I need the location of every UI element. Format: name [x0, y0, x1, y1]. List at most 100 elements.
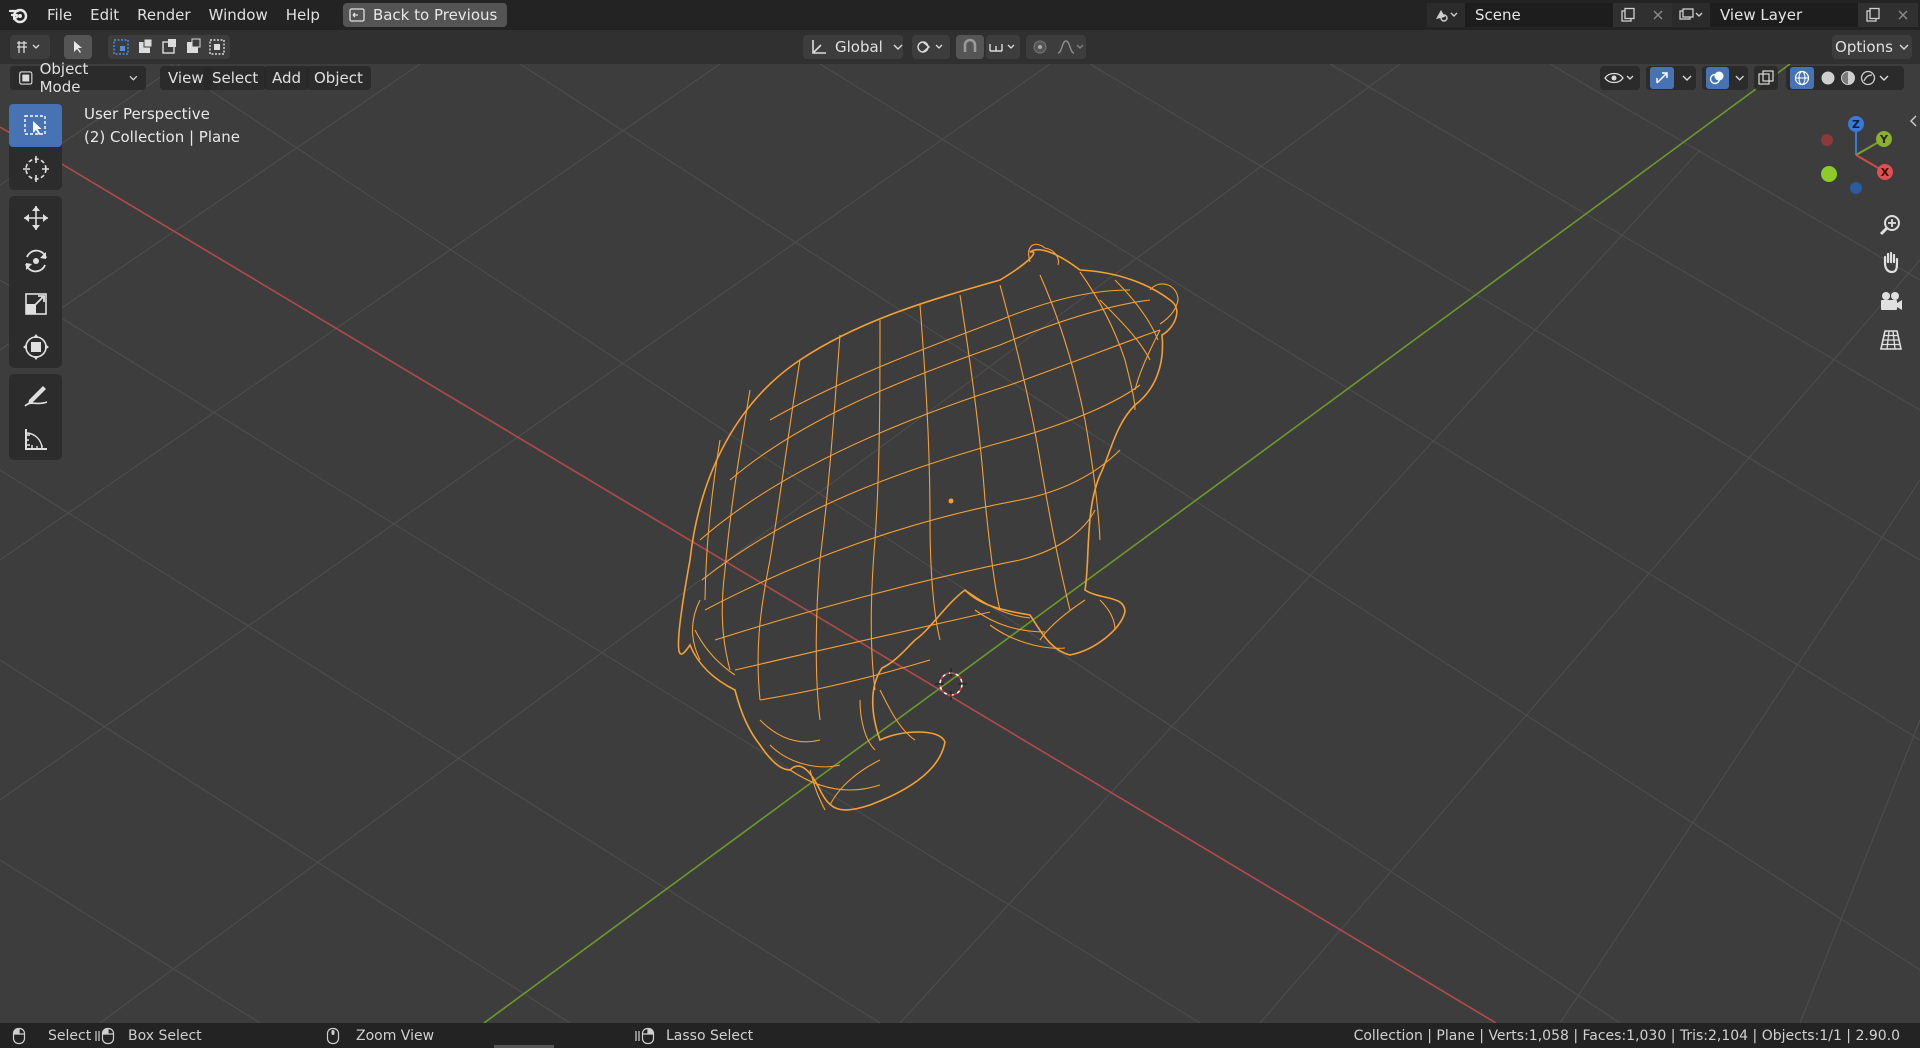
view-layer-name-field[interactable]: View Layer	[1710, 3, 1858, 27]
status-box-select-hint: Box Select	[94, 1023, 202, 1048]
new-view-layer-icon[interactable]	[1858, 3, 1888, 27]
status-bar: Select Box Select Zoom View Lasso Select…	[0, 1023, 1920, 1048]
scene-name-field[interactable]: Scene	[1465, 3, 1613, 27]
back-to-previous-button[interactable]: Back to Previous	[342, 3, 508, 27]
toolbar-select-group	[9, 104, 62, 190]
tool-settings-bar: Global Options	[0, 30, 1920, 64]
status-select-hint: Select	[12, 1023, 91, 1048]
mouse-left-icon	[12, 1027, 26, 1044]
visibility-dropdown[interactable]	[1600, 66, 1640, 90]
add-menu[interactable]: Add	[264, 66, 310, 90]
status-lasso-label: Lasso Select	[666, 1027, 754, 1044]
wireframe-shading-icon[interactable]	[1790, 67, 1814, 89]
overlays-toggle[interactable]	[1702, 66, 1748, 90]
editor-type-icon[interactable]	[10, 35, 50, 59]
object-origin	[948, 498, 954, 504]
cursor-icon	[22, 155, 49, 182]
zoom-icon[interactable]	[1876, 210, 1906, 240]
menu-file[interactable]: File	[38, 0, 81, 30]
overlays-icon	[1706, 67, 1729, 89]
view-layer-browse-icon[interactable]	[1672, 3, 1710, 27]
measure-ruler-icon	[24, 428, 47, 450]
gizmo-toggle[interactable]	[1646, 66, 1696, 90]
snap-target-dropdown[interactable]	[986, 35, 1020, 59]
orientation-axes-icon	[812, 40, 826, 54]
select-menu[interactable]: Select	[204, 66, 267, 90]
3d-viewport[interactable]	[0, 64, 1920, 1023]
blender-logo-icon[interactable]	[0, 6, 38, 24]
transform-tool[interactable]	[9, 325, 62, 368]
gizmo-z-label: Z	[1852, 118, 1860, 131]
measure-tool[interactable]	[9, 417, 62, 460]
viewport-header: Object Mode View Select Add Object	[0, 60, 1920, 96]
y-axis-line	[483, 64, 1791, 1023]
solid-shading-icon[interactable]	[1818, 70, 1838, 86]
status-lasso-hint: Lasso Select	[634, 1023, 753, 1048]
navigation-gizmo[interactable]: Z Y X	[1812, 110, 1898, 200]
delete-view-layer-icon[interactable]	[1888, 3, 1918, 27]
rotate-icon	[24, 249, 47, 272]
transform-icon	[22, 333, 49, 360]
menu-window[interactable]: Window	[200, 0, 277, 30]
mouse-drag-icon	[95, 1027, 115, 1044]
toolbar-transform-group	[9, 196, 62, 368]
status-zoom-hint: Zoom View	[326, 1023, 434, 1048]
select-box-tool[interactable]	[9, 104, 62, 147]
viewport-scene	[0, 64, 1920, 1023]
select-tool-icon[interactable]	[64, 35, 92, 59]
viewport-perspective-label: User Perspective	[84, 105, 210, 123]
scene-browse-icon[interactable]	[1427, 3, 1465, 27]
select-box-icon	[23, 114, 46, 135]
selection-mode-group	[108, 35, 230, 59]
object-mode-label: Object Mode	[39, 60, 89, 96]
options-dropdown[interactable]: Options	[1832, 35, 1912, 59]
delete-scene-icon[interactable]	[1643, 3, 1673, 27]
mouse-middle-icon	[326, 1027, 340, 1044]
bear-mesh	[677, 243, 1179, 811]
annotate-tool[interactable]	[9, 374, 62, 417]
shading-mode-group[interactable]	[1786, 66, 1904, 90]
pan-hand-icon[interactable]	[1876, 247, 1906, 277]
mouse-drag-right-icon	[635, 1027, 655, 1044]
pivot-point-dropdown[interactable]	[912, 35, 950, 59]
orthographic-grid-icon[interactable]	[1876, 325, 1906, 355]
menu-help[interactable]: Help	[277, 0, 329, 30]
scale-tool[interactable]	[9, 282, 62, 325]
new-scene-icon[interactable]	[1613, 3, 1643, 27]
proportional-editing-group[interactable]	[1026, 35, 1086, 59]
move-tool[interactable]	[9, 196, 62, 239]
options-label: Options	[1835, 38, 1893, 56]
view-layer-selector[interactable]: View Layer	[1672, 3, 1918, 27]
gizmo-icon	[1650, 67, 1674, 89]
scene-selector[interactable]: Scene	[1427, 3, 1673, 27]
camera-view-icon[interactable]	[1876, 286, 1906, 316]
chevron-down-icon	[893, 44, 903, 50]
toolbar-annotate-group	[9, 374, 62, 460]
move-icon	[23, 205, 48, 230]
floor-grid	[0, 64, 1920, 1023]
object-mode-dropdown[interactable]: Object Mode	[10, 60, 146, 96]
material-shading-icon[interactable]	[1838, 70, 1858, 86]
sidebar-toggle-icon[interactable]	[1908, 114, 1918, 128]
menu-edit[interactable]: Edit	[81, 0, 128, 30]
cursor-tool[interactable]	[9, 147, 62, 190]
status-select-label: Select	[48, 1027, 92, 1044]
scene-statistics: Collection | Plane | Verts:1,058 | Faces…	[1353, 1027, 1900, 1044]
gizmo-y-label: Y	[1879, 133, 1889, 146]
chevron-down-icon[interactable]	[1878, 74, 1890, 82]
menu-render[interactable]: Render	[128, 0, 199, 30]
snap-toggle-icon[interactable]	[956, 35, 984, 59]
object-mode-icon	[19, 71, 33, 85]
rotate-tool[interactable]	[9, 239, 62, 282]
object-menu[interactable]: Object	[306, 66, 371, 90]
chevron-down-icon	[129, 75, 138, 81]
scale-icon	[24, 292, 47, 315]
viewport-collection-label: (2) Collection | Plane	[84, 128, 240, 146]
back-icon	[349, 8, 365, 22]
transform-orientation-dropdown[interactable]: Global	[803, 35, 903, 59]
rendered-shading-icon[interactable]	[1858, 70, 1878, 86]
xray-toggle-icon[interactable]	[1754, 66, 1778, 90]
status-box-select-label: Box Select	[128, 1027, 202, 1044]
selection-mode-icons[interactable]	[111, 38, 227, 56]
annotate-pencil-icon	[23, 385, 47, 407]
